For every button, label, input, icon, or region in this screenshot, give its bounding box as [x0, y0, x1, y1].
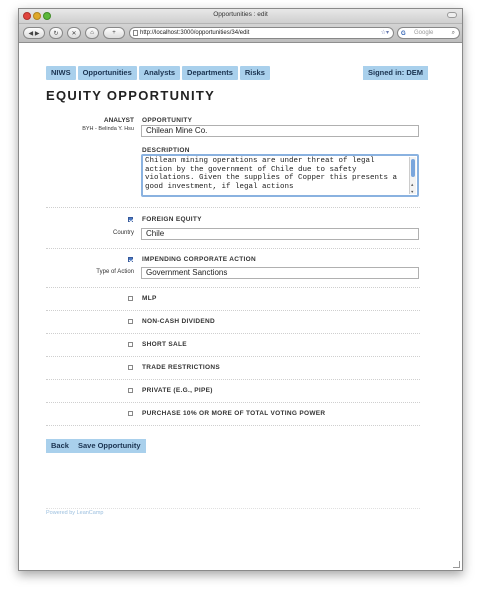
signed-in-badge[interactable]: Signed in: DEM	[363, 66, 428, 80]
trade-restrictions-checkbox[interactable]	[128, 365, 133, 370]
title-bar: Opportunities : edit	[19, 9, 462, 24]
purchase-voting-power-checkbox[interactable]	[128, 411, 133, 416]
search-engine-icon[interactable]: G	[401, 29, 411, 37]
reload-icon[interactable]: ↻	[49, 27, 63, 39]
home-icon[interactable]: ⌂	[85, 27, 99, 39]
trade-restrictions-label: TRADE RESTRICTIONS	[142, 364, 220, 371]
add-bookmark-button[interactable]: +	[103, 27, 125, 39]
description-text: Chilean mining operations are under thre…	[145, 157, 398, 191]
search-icon[interactable]: ⌕	[452, 28, 455, 38]
nav-item-opportunities[interactable]: Opportunities	[77, 66, 137, 80]
non-cash-dividend-label: NON-CASH DIVIDEND	[142, 318, 215, 325]
toolbar-toggle-button[interactable]	[447, 12, 457, 18]
browser-window: Opportunities : edit ◀ ▶ ↻ ✕ ⌂ + http://…	[18, 8, 463, 571]
back-forward-button[interactable]: ◀ ▶	[23, 27, 45, 39]
opportunity-field[interactable]: Chilean Mine Co.	[141, 125, 419, 137]
short-sale-label: SHORT SALE	[142, 341, 187, 348]
divider	[46, 425, 420, 426]
page-icon	[133, 30, 138, 36]
description-scrollbar[interactable]: ▲ ▼	[409, 157, 416, 195]
mlp-checkbox[interactable]	[128, 296, 133, 301]
nav-item-departments[interactable]: Departments	[182, 66, 238, 80]
country-label: Country	[112, 230, 134, 236]
save-opportunity-button[interactable]: Save Opportunity	[73, 439, 146, 453]
country-field[interactable]: Chile	[141, 228, 419, 240]
type-of-action-label: Type of Action	[96, 269, 134, 275]
divider	[46, 333, 420, 334]
stop-icon[interactable]: ✕	[67, 27, 81, 39]
page-content: NIWS Opportunities Analysts Departments …	[19, 44, 462, 570]
divider	[46, 379, 420, 380]
window-title: Opportunities : edit	[213, 11, 268, 18]
short-sale-checkbox[interactable]	[128, 342, 133, 347]
url-text: http://localhost:3000/opportunities/34/e…	[140, 30, 250, 36]
private-pipe-checkbox[interactable]	[128, 388, 133, 393]
nav-item-analysts[interactable]: Analysts	[138, 66, 181, 80]
nav-item-niws[interactable]: NIWS	[46, 66, 76, 80]
type-of-action-field[interactable]: Government Sanctions	[141, 267, 419, 279]
scroll-down-icon[interactable]: ▼	[411, 189, 413, 195]
opportunity-label: OPPORTUNITY	[142, 117, 193, 124]
analyst-value: BYH - Belinda Y. Hsu	[82, 126, 134, 132]
browser-toolbar: ◀ ▶ ↻ ✕ ⌂ + http://localhost:3000/opport…	[19, 24, 462, 43]
divider	[46, 207, 420, 208]
non-cash-dividend-checkbox[interactable]	[128, 319, 133, 324]
mlp-label: MLP	[142, 295, 157, 302]
search-placeholder: Google	[414, 30, 434, 36]
nav-item-risks[interactable]: Risks	[239, 66, 270, 80]
footer-divider	[46, 508, 420, 509]
analyst-label: ANALYST	[103, 117, 134, 124]
page-title: EQUITY OPPORTUNITY	[46, 88, 216, 103]
foreign-equity-checkbox[interactable]	[128, 217, 133, 222]
private-pipe-label: PRIVATE (E.G., PIPE)	[142, 387, 213, 394]
corporate-action-label: IMPENDING CORPORATE ACTION	[142, 256, 256, 263]
corporate-action-checkbox[interactable]	[128, 257, 133, 262]
divider	[46, 287, 420, 288]
scrollbar-thumb[interactable]	[411, 159, 415, 177]
back-button[interactable]: Back	[46, 439, 74, 453]
divider	[46, 356, 420, 357]
description-label: DESCRIPTION	[142, 147, 190, 154]
divider	[46, 402, 420, 403]
bookmark-star-icon[interactable]: ☆▾	[381, 28, 389, 38]
main-nav: NIWS Opportunities Analysts Departments …	[46, 66, 270, 80]
divider	[46, 248, 420, 249]
powered-by-link[interactable]: Powered by LeanCamp	[46, 510, 103, 516]
purchase-voting-power-label: PURCHASE 10% OR MORE OF TOTAL VOTING POW…	[142, 410, 326, 417]
divider	[46, 310, 420, 311]
address-bar[interactable]: http://localhost:3000/opportunities/34/e…	[129, 27, 394, 39]
foreign-equity-label: FOREIGN EQUITY	[142, 216, 202, 223]
description-textarea[interactable]: Chilean mining operations are under thre…	[141, 154, 419, 197]
search-input[interactable]: G Google ⌕	[397, 27, 460, 39]
resize-handle[interactable]	[453, 561, 460, 568]
